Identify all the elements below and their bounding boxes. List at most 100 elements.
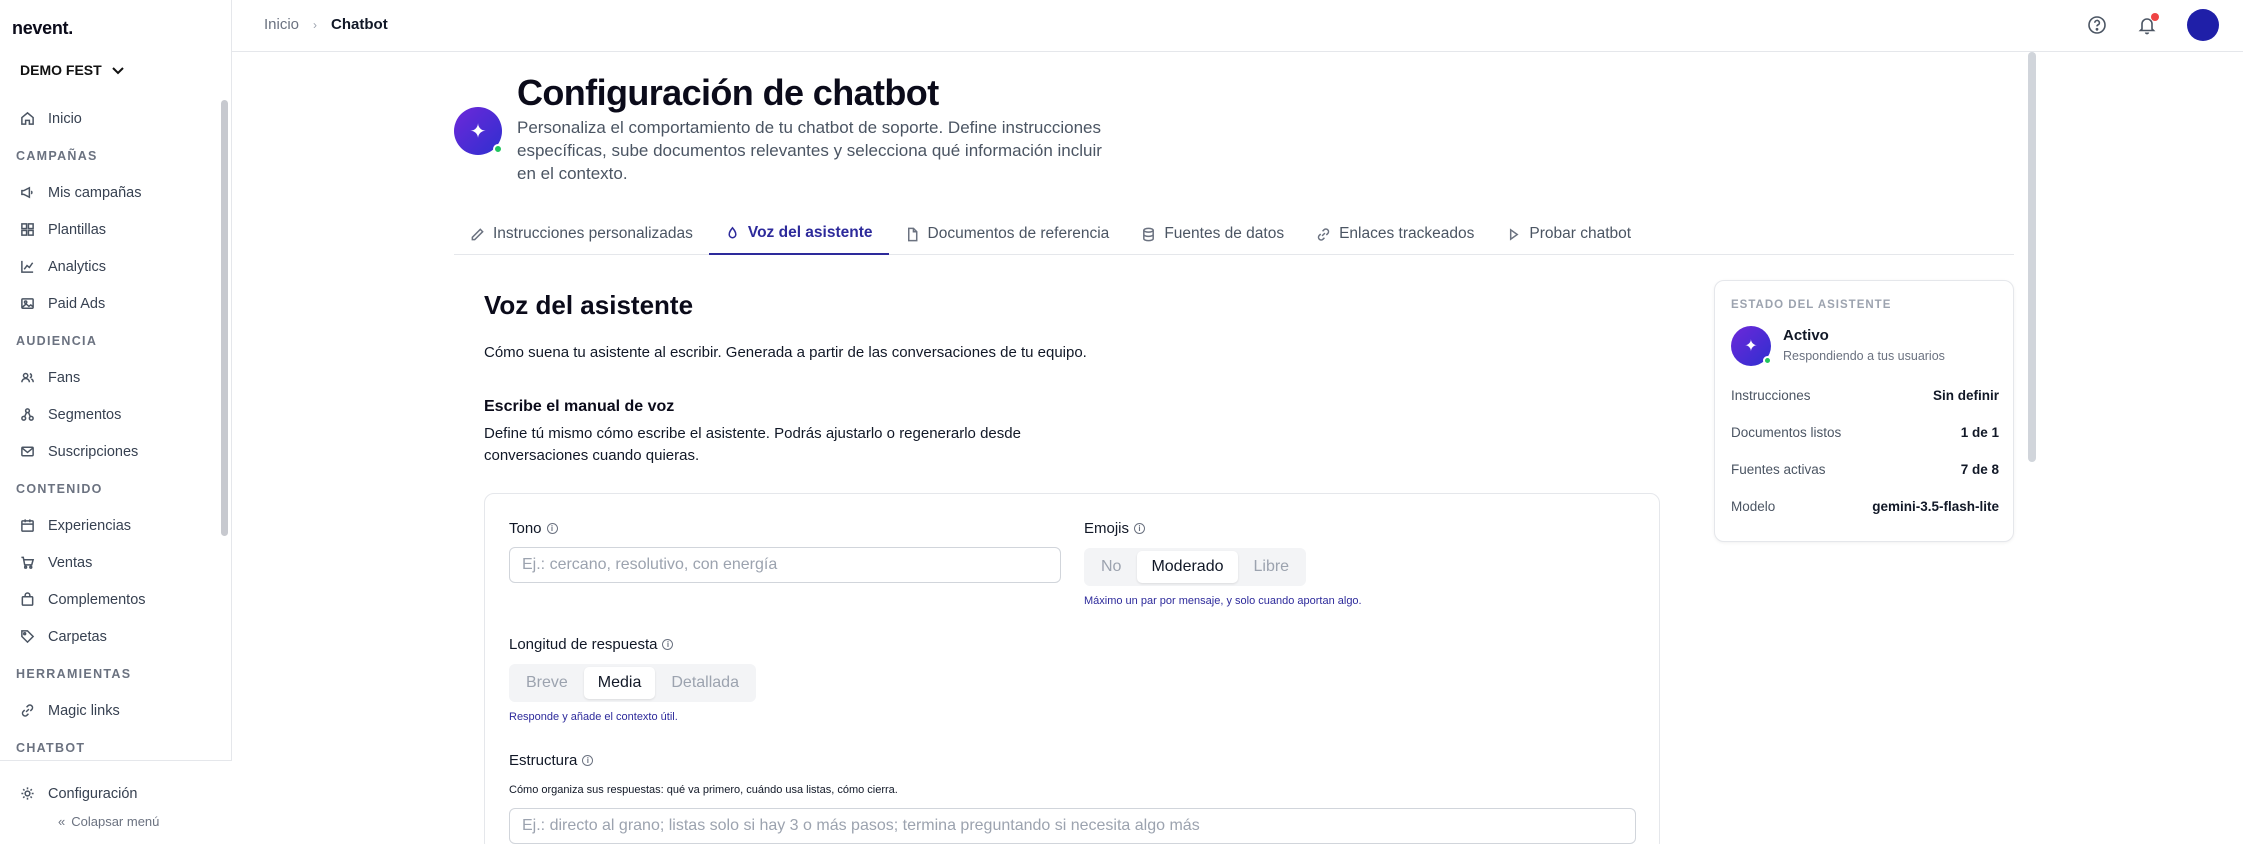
users-icon <box>21 372 34 383</box>
breadcrumb-home[interactable]: Inicio <box>264 16 299 33</box>
collapse-menu-button[interactable]: « Colapsar menú <box>58 814 159 829</box>
play-icon <box>1510 227 1519 241</box>
sidebar-item-segmentos[interactable]: Segmentos <box>0 396 218 433</box>
online-status-dot <box>1763 356 1772 365</box>
sidebar-item-magic-links[interactable]: Magic links <box>0 692 218 729</box>
sidebar-item-analytics[interactable]: Analytics <box>0 248 218 285</box>
section-description: Cómo suena tu asistente al escribir. Gen… <box>484 344 1087 361</box>
emojis-selector: No Moderado Libre <box>1084 548 1307 586</box>
tab-bar: Instrucciones personalizadas Voz del asi… <box>454 213 2014 255</box>
segments-icon <box>21 408 34 421</box>
notifications-button[interactable] <box>2137 13 2159 35</box>
status-row-label: Instrucciones <box>1731 388 1811 403</box>
emojis-option-moderado[interactable]: Moderado <box>1137 551 1238 583</box>
sidebar-item-paid-ads[interactable]: Paid Ads <box>0 285 218 322</box>
gear-icon <box>21 787 34 800</box>
tab-data-sources[interactable]: Fuentes de datos <box>1125 213 1300 255</box>
main-scrollbar[interactable] <box>2028 52 2036 462</box>
tab-reference-documents[interactable]: Documentos de referencia <box>889 213 1126 255</box>
sidebar-item-ventas[interactable]: Ventas <box>0 544 218 581</box>
pencil-icon <box>471 227 484 240</box>
notification-dot <box>2151 13 2159 21</box>
chart-icon <box>21 260 34 273</box>
length-selector: Breve Media Detallada <box>509 664 756 702</box>
sidebar-item-label: Magic links <box>48 702 120 719</box>
sidebar-item-mis-campañas[interactable]: Mis campañas <box>0 174 218 211</box>
tab-tracked-links[interactable]: Enlaces trackeados <box>1300 213 1490 255</box>
sidebar-item-label: Suscripciones <box>48 443 139 460</box>
structure-input[interactable] <box>509 808 1636 844</box>
sidebar-item-label: Inicio <box>48 110 82 127</box>
breadcrumb: Inicio › Chatbot <box>264 16 388 33</box>
status-row-value: gemini-3.5-flash-lite <box>1872 499 1999 514</box>
emojis-option-no[interactable]: No <box>1087 551 1135 583</box>
sidebar-section-campañas: CAMPAÑAS <box>16 148 98 163</box>
emojis-hint: Máximo un par por mensaje, y solo cuando… <box>1084 595 1362 607</box>
online-status-dot <box>493 144 503 154</box>
structure-label-text: Estructura <box>509 752 578 769</box>
mic-icon <box>728 226 737 238</box>
sidebar-section-contenido: CONTENIDO <box>16 481 103 496</box>
sidebar-item-settings[interactable]: Configuración <box>0 775 232 812</box>
avatar[interactable] <box>2187 9 2219 41</box>
tab-custom-instructions[interactable]: Instrucciones personalizadas <box>454 213 709 255</box>
image-icon <box>21 298 34 309</box>
page-subtitle: Personaliza el comportamiento de tu chat… <box>517 118 1102 183</box>
emojis-option-libre[interactable]: Libre <box>1240 551 1304 583</box>
sidebar-scrollbar[interactable] <box>221 100 228 536</box>
link-icon <box>21 704 34 717</box>
length-label-text: Longitud de respuesta <box>509 636 658 653</box>
length-option-media[interactable]: Media <box>583 667 656 699</box>
link-icon <box>1317 227 1330 241</box>
sidebar-section-chatbot: CHATBOT <box>16 740 86 755</box>
help-button[interactable] <box>2087 15 2107 35</box>
length-option-detallada[interactable]: Detallada <box>657 667 753 699</box>
tag-icon <box>21 630 35 644</box>
info-icon[interactable]: i <box>1134 523 1146 534</box>
info-icon[interactable]: i <box>582 755 594 766</box>
sidebar-item-experiencias[interactable]: Experiencias <box>0 507 218 544</box>
cart-icon <box>21 556 35 569</box>
length-hint: Responde y añade el contexto útil. <box>509 711 678 723</box>
org-name: DEMO FEST <box>20 62 102 78</box>
sidebar-item-label: Carpetas <box>48 628 107 645</box>
status-row-value: 7 de 8 <box>1960 462 1999 477</box>
status-row-instructions: Instrucciones Sin definir <box>1731 388 1999 403</box>
sidebar-item-label: Ventas <box>48 554 93 571</box>
sidebar-item-plantillas[interactable]: Plantillas <box>0 211 218 248</box>
bag-icon <box>21 592 34 606</box>
sidebar-item-inicio[interactable]: Inicio <box>0 100 218 137</box>
tab-label: Instrucciones personalizadas <box>493 225 693 242</box>
manual-title: Escribe el manual de voz <box>484 398 675 415</box>
tone-label-text: Tono <box>509 520 542 537</box>
tab-assistant-voice[interactable]: Voz del asistente <box>708 213 889 255</box>
database-icon <box>1143 227 1155 241</box>
tone-input[interactable] <box>509 547 1061 583</box>
tab-test-chatbot[interactable]: Probar chatbot <box>1490 213 1647 255</box>
sidebar-item-fans[interactable]: Fans <box>0 359 218 396</box>
info-icon[interactable]: i <box>662 639 674 650</box>
home-icon <box>21 111 34 125</box>
status-row-label: Documentos listos <box>1731 425 1842 440</box>
sidebar-item-label: Fans <box>48 369 81 386</box>
mail-icon <box>21 446 34 457</box>
tab-label: Documentos de referencia <box>927 225 1110 242</box>
status-name: Activo <box>1783 327 1829 344</box>
length-option-breve[interactable]: Breve <box>512 667 582 699</box>
org-selector[interactable]: DEMO FEST <box>20 62 126 78</box>
app-root: nevent. DEMO FEST Inicio CAMPAÑAS Mis camp… <box>0 0 2243 844</box>
length-label: Longitud de respuesta i <box>509 636 674 653</box>
sidebar-item-complementos[interactable]: Complementos <box>0 581 218 618</box>
info-icon[interactable]: i <box>546 523 558 534</box>
chevron-right-icon: › <box>313 17 318 32</box>
tone-label: Tono i <box>509 520 558 537</box>
sidebar-footer: Configuración « Colapsar menú <box>0 760 232 844</box>
sidebar-nav: Inicio CAMPAÑAS Mis campañas Plantillas Anal… <box>0 100 218 760</box>
sidebar-item-carpetas[interactable]: Carpetas <box>0 618 218 655</box>
status-row-label: Fuentes activas <box>1731 462 1826 477</box>
sidebar-section-audiencia: AUDIENCIA <box>16 333 98 348</box>
assistant-status-card: ESTADO DEL ASISTENTE ✦ Activo Respondien… <box>1714 280 2014 542</box>
calendar-icon <box>21 519 34 532</box>
status-heading: ESTADO DEL ASISTENTE <box>1731 299 1892 311</box>
sidebar-item-suscripciones[interactable]: Suscripciones <box>0 433 218 470</box>
